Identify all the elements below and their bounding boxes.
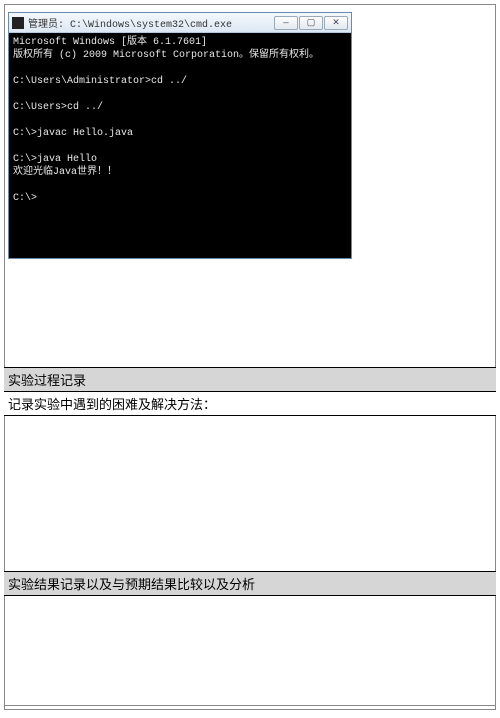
result-section: 实验结果记录以及与预期结果比较以及分析: [4, 571, 496, 706]
window-title: 管理员: C:\Windows\system32\cmd.exe: [28, 15, 270, 31]
process-subtitle: 记录实验中遇到的困难及解决方法：: [4, 392, 496, 416]
cmd-window: 管理员: C:\Windows\system32\cmd.exe — ▢ ✕ M…: [8, 12, 352, 259]
process-section: 实验过程记录 记录实验中遇到的困难及解决方法：: [4, 367, 496, 586]
process-content-area: [4, 416, 496, 586]
result-title: 实验结果记录以及与预期结果比较以及分析: [4, 571, 496, 596]
titlebar[interactable]: 管理员: C:\Windows\system32\cmd.exe — ▢ ✕: [9, 13, 351, 33]
terminal-output[interactable]: Microsoft Windows [版本 6.1.7601] 版权所有 (c)…: [9, 33, 351, 258]
maximize-button[interactable]: ▢: [299, 16, 323, 30]
result-content-area: [4, 596, 496, 706]
close-button[interactable]: ✕: [324, 16, 348, 30]
cmd-icon: [12, 17, 24, 29]
process-title: 实验过程记录: [4, 367, 496, 392]
minimize-button[interactable]: —: [274, 16, 298, 30]
window-controls: — ▢ ✕: [274, 16, 351, 30]
